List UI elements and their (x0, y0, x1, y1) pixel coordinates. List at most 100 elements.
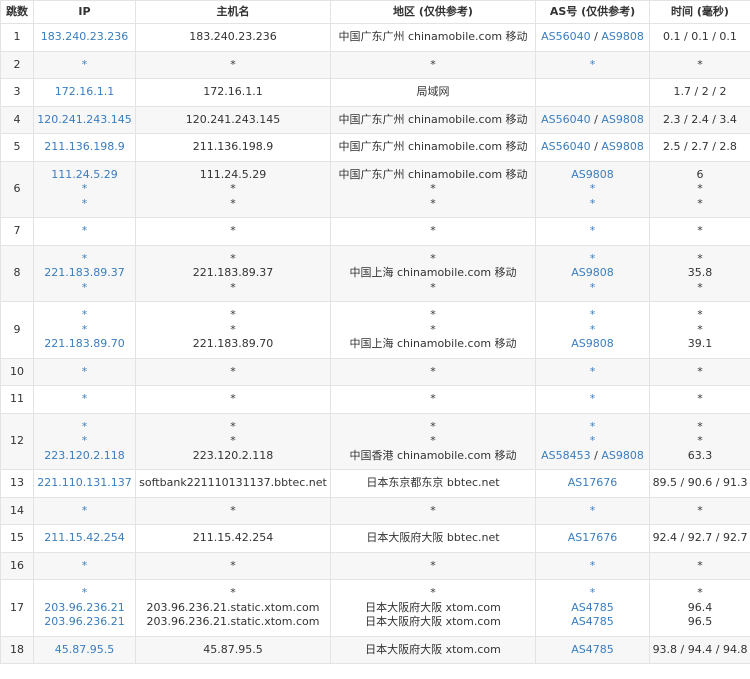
ip-link[interactable]: 211.136.198.9 (35, 140, 134, 155)
ip-link[interactable]: 172.16.1.1 (35, 85, 134, 100)
hop-cell: 10 (0, 357, 34, 386)
ip-value: * (81, 392, 88, 405)
ip-cell: * 203.96.236.21 203.96.236.21 (33, 579, 136, 637)
region-value: * (430, 251, 436, 265)
table-row: 11 * * * * * (0, 385, 750, 414)
as-link[interactable]: AS56040 (541, 113, 591, 126)
hop-cell: 9 (0, 301, 34, 359)
time-value: 35.8 (687, 266, 713, 279)
time-value: 0.1 / 0.1 / 0.1 (663, 30, 737, 43)
region-value: * (430, 434, 436, 447)
hostname-value: * (230, 434, 236, 447)
as-value: * (589, 280, 596, 294)
as-link[interactable]: AS9808 (571, 168, 614, 181)
as-link[interactable]: AS9808 (571, 266, 614, 279)
as-cell: AS56040 / AS9808 (535, 23, 650, 52)
hop-cell: 12 (0, 412, 34, 470)
table-row: 7 * * * * * (0, 217, 750, 246)
ip-cell: * (33, 50, 136, 79)
as-link[interactable]: AS17676 (568, 476, 618, 489)
header-time: 时间 (毫秒) (649, 0, 750, 24)
region-value: * (430, 419, 436, 433)
as-value: * (589, 392, 596, 405)
as-link[interactable]: AS9808 (601, 140, 644, 153)
as-line: * (537, 308, 648, 323)
as-cell: * * AS9808 (535, 301, 650, 359)
as-cell: AS17676 (535, 524, 650, 553)
hostname-value: * (230, 251, 236, 265)
time-value: 93.8 / 94.4 / 94.8 (652, 642, 748, 656)
as-line: AS56040 / AS9808 (537, 30, 648, 45)
as-line: * (537, 504, 648, 519)
hostname-value: softbank221110131137.bbtec.net (139, 476, 327, 489)
hostname-value: * (230, 322, 236, 336)
hostname-value: * (230, 308, 236, 321)
as-value: * (589, 308, 596, 321)
time-cell: * (649, 357, 750, 386)
as-cell: * (535, 385, 650, 414)
hostname-value: 172.16.1.1 (203, 85, 263, 98)
time-value: * (697, 503, 703, 517)
as-line: * (537, 281, 648, 296)
time-value: 1.7 / 2 / 2 (673, 85, 727, 98)
as-link[interactable]: AS9808 (571, 337, 614, 350)
as-cell: * (535, 551, 650, 580)
time-value: * (697, 586, 703, 599)
region-value: * (430, 308, 436, 321)
ip-value: * (81, 182, 88, 195)
ip-link[interactable]: 203.96.236.21 (35, 615, 134, 630)
hostname-value: * (230, 586, 236, 599)
region-cell: 中国广东广州 chinamobile.com 移动 (330, 133, 536, 162)
ip-link[interactable]: 211.15.42.254 (35, 531, 134, 546)
as-link[interactable]: AS9808 (601, 30, 644, 43)
ip-link[interactable]: 111.24.5.29 (35, 168, 134, 183)
table-row: 8 * 221.183.89.37 * * 221.183.89.37 * * 中国上海 chi… (0, 244, 750, 302)
hop-cell: 5 (0, 133, 34, 162)
ip-cell: 120.241.243.145 (33, 105, 136, 134)
time-value: 96.5 (687, 615, 713, 628)
ip-link[interactable]: 45.87.95.5 (35, 643, 134, 658)
ip-link[interactable]: 221.183.89.70 (35, 337, 134, 352)
ip-link[interactable]: 221.183.89.37 (35, 266, 134, 281)
region-cell: * (330, 217, 536, 246)
hostname-cell: 45.87.95.5 (135, 635, 331, 664)
as-link[interactable]: AS4785 (571, 643, 614, 656)
hostname-value: * (230, 182, 236, 195)
region-value: 中国广东广州 chinamobile.com 移动 (338, 112, 528, 126)
as-cell: AS17676 (535, 469, 650, 498)
ip-link[interactable]: 221.110.131.137 (35, 476, 134, 491)
as-link[interactable]: AS9808 (601, 449, 644, 462)
region-cell: 日本大阪府大阪 bbtec.net (330, 524, 536, 553)
as-link[interactable]: AS4785 (571, 601, 614, 614)
as-line: AS9808 (537, 266, 648, 281)
as-separator: / (590, 448, 602, 462)
time-cell: * (649, 50, 750, 79)
ip-value: * (81, 503, 88, 517)
table-row: 17 * 203.96.236.21 203.96.236.21 * 203.96.236… (0, 579, 750, 637)
as-link[interactable]: AS58453 (541, 449, 591, 462)
region-value: 中国香港 chinamobile.com 移动 (349, 448, 517, 462)
ip-link[interactable]: 183.240.23.236 (35, 30, 134, 45)
as-value: * (589, 57, 596, 71)
as-link[interactable]: AS4785 (571, 615, 614, 628)
table-row: 5 211.136.198.9 211.136.198.9 中国广东广州 chinam… (0, 133, 750, 162)
table-row: 2 * * * * * (0, 50, 750, 79)
region-value: 中国上海 chinamobile.com 移动 (349, 337, 517, 350)
ip-link[interactable]: 203.96.236.21 (35, 601, 134, 616)
as-link[interactable]: AS56040 (541, 140, 591, 153)
region-cell: * (330, 357, 536, 386)
region-cell: 日本东京都东京 bbtec.net (330, 469, 536, 498)
ip-cell: * * 223.120.2.118 (33, 412, 136, 470)
as-cell: AS56040 / AS9808 (535, 133, 650, 162)
ip-link[interactable]: 223.120.2.118 (35, 449, 134, 464)
ip-value: * (81, 586, 88, 599)
as-link[interactable]: AS9808 (601, 113, 644, 126)
hostname-cell: * (135, 385, 331, 414)
hostname-value: 211.15.42.254 (192, 531, 274, 544)
ip-link[interactable]: 120.241.243.145 (35, 113, 134, 128)
as-link[interactable]: AS56040 (541, 30, 591, 43)
hostname-value: 183.240.23.236 (189, 30, 277, 43)
as-link[interactable]: AS17676 (568, 531, 618, 544)
time-value: 2.3 / 2.4 / 3.4 (663, 112, 737, 126)
hostname-value: 203.96.236.21.static.xtom.com (146, 615, 320, 628)
